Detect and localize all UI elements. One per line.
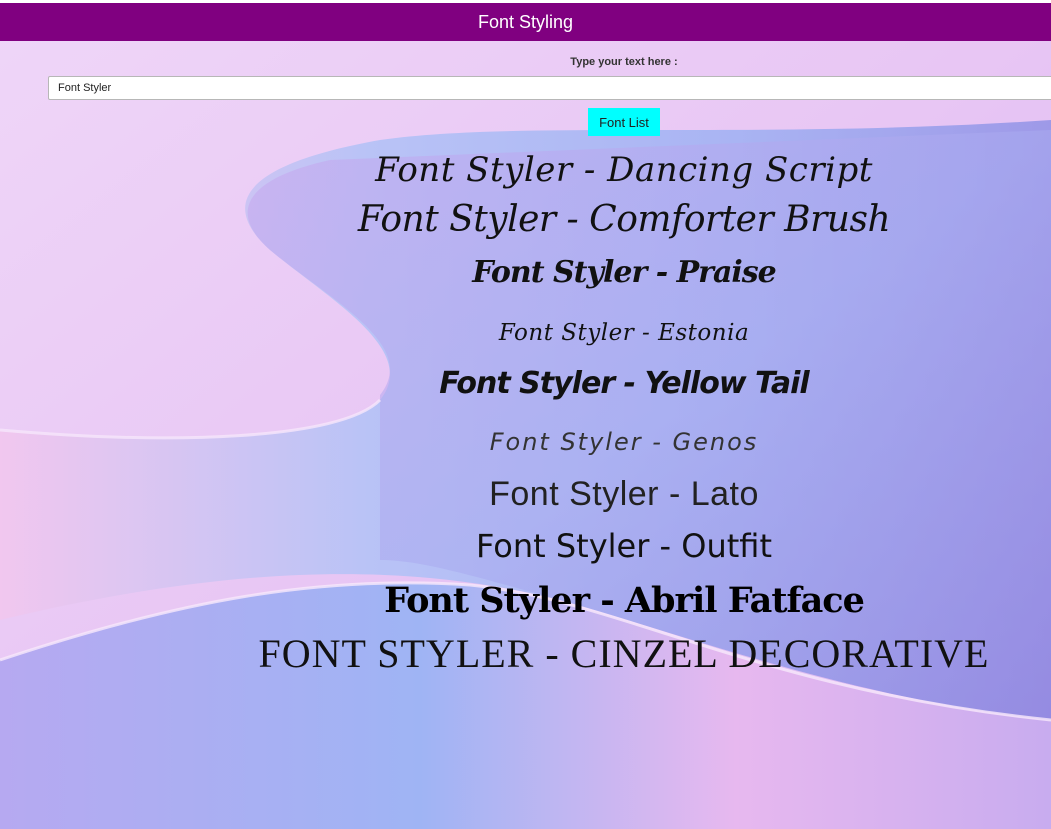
font-preview-lato: Font Styler - Lato [489,475,759,513]
font-preview-abril-fatface: Font Styler - Abril Fatface [384,580,865,621]
font-preview-yellow-tail: Font Styler - Yellow Tail [439,366,809,401]
font-preview-dancing-script: Font Styler - Dancing Script [375,150,873,190]
font-preview-comforter-brush: Font Styler - Comforter Brush [357,199,891,240]
font-preview-estonia: Font Styler - Estonia [498,320,750,346]
font-preview-cinzel-decorative: FONT STYLER - CINZEL DECORATIVE [258,631,990,676]
font-preview-praise: Font Styler - Praise [472,255,777,290]
font-preview-genos: Font Styler - Genos [489,428,759,456]
font-preview-outfit: Font Styler - Outfit [476,527,772,565]
font-preview-list: Font Styler - Dancing Script Font Styler… [0,0,1051,829]
